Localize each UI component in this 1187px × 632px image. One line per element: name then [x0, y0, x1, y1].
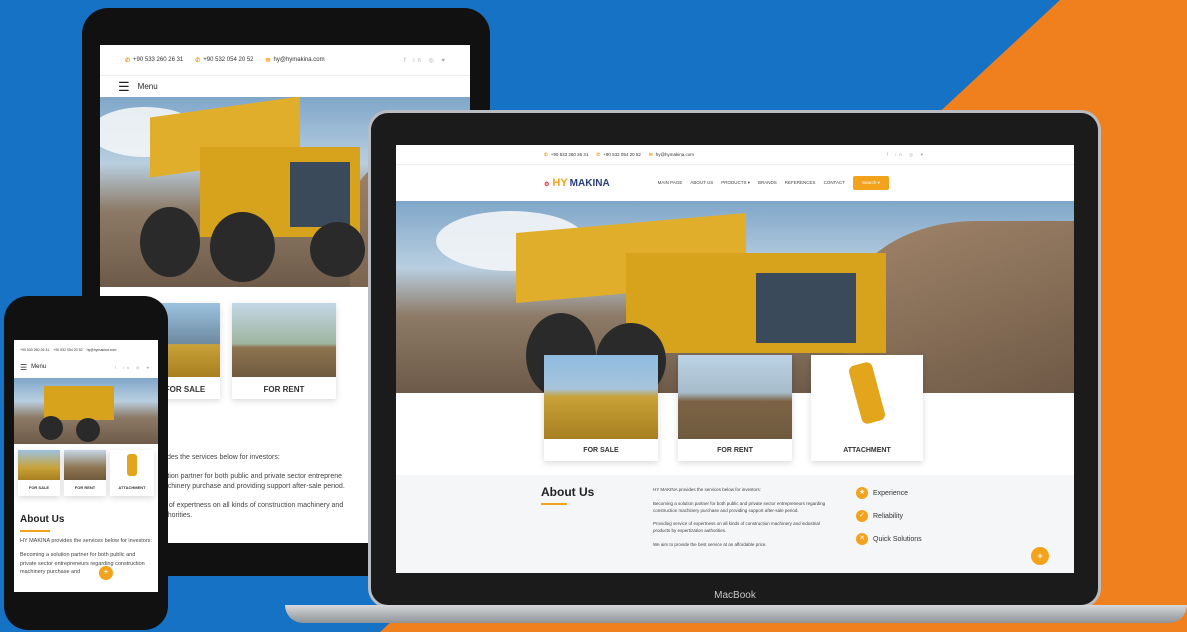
- card-label-attachment: ATTACHMENT: [118, 485, 146, 490]
- scroll-top-button[interactable]: +: [1031, 547, 1049, 565]
- laptop-about-section: About Us HY MAKINA provides the services…: [396, 475, 1074, 573]
- card-label-attachment: ATTACHMENT: [843, 447, 891, 454]
- about-text: HY MAKINA provides the services below fo…: [653, 487, 833, 549]
- phone-hero-image: [14, 378, 158, 444]
- phone-card-attachment[interactable]: ATTACHMENT: [110, 450, 154, 496]
- features-list: ★ Experience ✓ Reliability ✕ Quick Solution…: [856, 487, 922, 556]
- phone-menu-bar[interactable]: ☰ Menu f in ◎ ♥: [14, 360, 158, 374]
- phone-icon: ✆: [195, 57, 201, 64]
- menu-label: Menu: [137, 82, 158, 91]
- laptop-card-sale[interactable]: FOR SALE: [544, 355, 658, 461]
- dump-truck-image: [140, 97, 370, 282]
- laptop-brand: MacBook: [714, 590, 756, 601]
- card-label-rent: FOR RENT: [74, 485, 96, 490]
- nav-item-contact[interactable]: CONTACT: [824, 180, 845, 186]
- email-link[interactable]: hy@hymakina.com: [274, 57, 325, 63]
- nav-item-main-page[interactable]: MAIN PAGE: [658, 180, 683, 186]
- email-link[interactable]: hy@hymakina.com: [656, 152, 694, 157]
- tablet-card-rent[interactable]: FOR RENT: [232, 303, 336, 399]
- phone-icon: ✆: [125, 57, 131, 64]
- mail-icon: ✉: [648, 151, 653, 157]
- menu-label: Menu: [31, 364, 47, 370]
- nav-item-about-us[interactable]: ABOUT US: [690, 180, 713, 186]
- about-intro: HY MAKINA provides the services below fo…: [653, 487, 761, 492]
- experience-icon: ★: [856, 487, 868, 499]
- about-p1: Becoming a solution partner for both pub…: [653, 500, 826, 513]
- feature-quick-solutions: ✕ Quick Solutions: [856, 533, 922, 545]
- phone-scroll-top-button[interactable]: +: [99, 566, 113, 580]
- card-label-rent: FOR RENT: [717, 447, 753, 454]
- tablet-topbar: ✆ +90 533 260 26 31 ✆ +90 532 054 20 52 ✉ h…: [100, 45, 470, 75]
- nav-item-products[interactable]: PRODUCTS ▾: [721, 180, 750, 186]
- mail-icon: ✉: [265, 57, 271, 64]
- phone-icon: ✆: [596, 151, 601, 157]
- social-icons[interactable]: f in ◎ ♥: [887, 152, 926, 158]
- laptop-base: [285, 605, 1187, 623]
- phone-2[interactable]: +90 532 054 20 52: [603, 152, 641, 157]
- phone-1[interactable]: +90 533 260 26 31: [20, 348, 49, 352]
- nav-menu: MAIN PAGE ABOUT US PRODUCTS ▾ BRANDS REF…: [658, 180, 845, 186]
- logo-hy: HY: [552, 177, 568, 189]
- email-link[interactable]: hy@hymakina.com: [87, 348, 117, 352]
- phone-card-sale[interactable]: FOR SALE: [18, 450, 60, 496]
- about-p2: Providing service of expertness on all k…: [653, 521, 820, 533]
- laptop-topbar: ✆ +90 533 260 26 31 ✆ +90 532 054 20 52 ✉ h…: [396, 145, 1074, 165]
- laptop-screen: ✆ +90 533 260 26 31 ✆ +90 532 054 20 52 ✉ h…: [396, 145, 1074, 573]
- laptop-card-attachment[interactable]: ATTACHMENT: [811, 355, 923, 461]
- phone-icon: ✆: [544, 151, 548, 157]
- about-title: About Us: [541, 485, 595, 499]
- phone-2[interactable]: +90 532 054 20 52: [53, 348, 82, 352]
- nav-item-brands[interactable]: BRANDS: [758, 180, 777, 186]
- laptop-navbar: ⚙ HY MAKINA MAIN PAGE ABOUT US PRODUCTS …: [396, 165, 1074, 201]
- phone-screen: +90 533 260 26 31 +90 532 054 20 52 hy@h…: [14, 340, 158, 592]
- phone-1[interactable]: +90 533 260 26 31: [133, 57, 183, 63]
- logo[interactable]: ⚙ HY MAKINA: [544, 177, 610, 189]
- hamburger-icon[interactable]: ☰: [20, 363, 27, 372]
- phone-2[interactable]: +90 532 054 20 52: [203, 57, 253, 63]
- phone-card-rent[interactable]: FOR RENT: [64, 450, 106, 496]
- attachment-image: [811, 355, 923, 439]
- phone-about-p1: Becoming a solution partner for both pub…: [20, 552, 145, 575]
- quick-solutions-icon: ✕: [856, 533, 868, 545]
- card-label-sale: FOR SALE: [28, 485, 50, 490]
- laptop-card-rent[interactable]: FOR RENT: [678, 355, 792, 461]
- card-label-rent: FOR RENT: [263, 385, 305, 394]
- phone-about-intro: HY MAKINA provides the services below fo…: [20, 538, 152, 544]
- phone-1[interactable]: +90 533 260 26 31: [551, 152, 589, 157]
- reliability-icon: ✓: [856, 510, 868, 522]
- social-icons[interactable]: f in ◎ ♥: [404, 57, 448, 64]
- about-p3: We aim to provide the best service at an…: [653, 541, 767, 547]
- search-button[interactable]: Search ▾: [852, 176, 889, 190]
- card-label-sale: FOR SALE: [583, 447, 619, 454]
- phone-about: About Us HY MAKINA provides the services…: [20, 512, 152, 576]
- feature-experience: ★ Experience: [856, 487, 922, 499]
- social-icons[interactable]: f in ◎ ♥: [115, 365, 152, 370]
- logo-icon: ⚙: [544, 182, 550, 188]
- logo-makina: MAKINA: [569, 178, 610, 189]
- feature-reliability: ✓ Reliability: [856, 510, 922, 522]
- phone-about-title: About Us: [20, 514, 65, 525]
- phone-topbar: +90 533 260 26 31 +90 532 054 20 52 hy@h…: [14, 340, 158, 360]
- nav-item-references[interactable]: REFERENCES: [785, 180, 816, 186]
- hamburger-icon[interactable]: ☰: [118, 79, 130, 95]
- tablet-menu-bar[interactable]: ☰ Menu: [100, 75, 470, 97]
